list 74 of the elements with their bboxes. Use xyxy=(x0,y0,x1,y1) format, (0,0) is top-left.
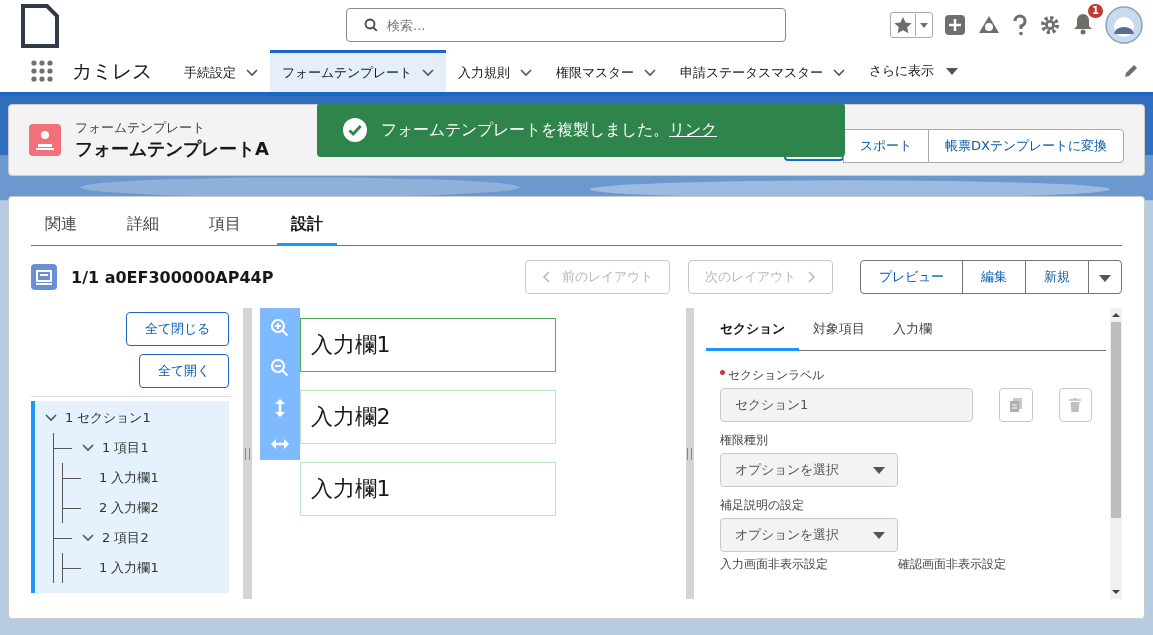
avatar-icon[interactable] xyxy=(1105,6,1143,44)
chevron-down-icon[interactable] xyxy=(45,414,57,422)
record-title: フォームテンプレートA xyxy=(75,137,269,161)
tree-item[interactable]: 1 入力欄1 xyxy=(99,469,159,487)
tree-item[interactable]: 1 項目1 xyxy=(102,439,149,457)
tab[interactable]: 入力欄 xyxy=(879,308,947,351)
nav-tab[interactable]: 入力規則 xyxy=(446,50,544,92)
copy-icon xyxy=(1009,397,1024,413)
tree-item[interactable]: 2 項目2 xyxy=(102,529,149,547)
field-label: 権限種別 xyxy=(720,432,770,449)
select-field[interactable]: オプションを選択 xyxy=(720,518,899,552)
trash-icon xyxy=(1069,398,1082,412)
field-label: 補足説明の設定 xyxy=(720,497,806,514)
chevron-down-icon[interactable] xyxy=(82,444,94,452)
tree-item[interactable]: 1 入力欄1 xyxy=(99,559,159,577)
tab[interactable]: 対象項目 xyxy=(799,308,880,351)
tab[interactable]: 詳細 xyxy=(113,214,173,246)
scrollbar[interactable] xyxy=(1110,308,1122,599)
splitter-handle[interactable] xyxy=(243,308,252,599)
tab[interactable]: 関連 xyxy=(31,214,91,246)
chevron-left-icon xyxy=(542,271,550,283)
chevron-down-icon[interactable] xyxy=(833,68,845,77)
nav-tab[interactable]: 申請ステータスマスター xyxy=(668,50,857,92)
layout-title: 1/1 a0EF300000AP44P xyxy=(71,267,274,287)
toast-message: フォームテンプレートを複製しました。 xyxy=(381,119,669,141)
app-name: カミレス xyxy=(72,57,152,85)
form-field-block[interactable]: 入力欄1 xyxy=(299,462,556,516)
nav-tab[interactable]: 権限マスター xyxy=(544,50,668,92)
document-icon xyxy=(20,4,60,48)
chevron-right-icon xyxy=(808,271,816,283)
dropdown-button[interactable] xyxy=(1088,260,1122,294)
select-field[interactable]: オプションを選択 xyxy=(720,453,899,487)
form-field-block[interactable]: 入力欄2 xyxy=(299,390,556,444)
form-field-block[interactable]: 入力欄1 xyxy=(299,318,556,372)
chevron-down-icon[interactable] xyxy=(246,68,258,77)
more-tab[interactable]: さらに表示 xyxy=(857,62,958,80)
form-template-icon xyxy=(29,124,61,156)
nav-tab[interactable]: 手続設定 xyxy=(172,50,270,92)
notification-badge: 1 xyxy=(1088,4,1103,18)
header-button[interactable]: スポート xyxy=(843,129,930,163)
chevron-down-icon[interactable] xyxy=(520,68,532,77)
notification-icon[interactable] xyxy=(1072,11,1094,35)
expand-all-button[interactable]: 全て開く xyxy=(139,354,229,388)
field-label: 確認画面非表示設定 xyxy=(898,556,1007,573)
object-label: フォームテンプレート xyxy=(75,119,206,137)
tree-item[interactable]: 1 セクション1 xyxy=(65,409,151,427)
chevron-down-icon[interactable] xyxy=(82,534,94,542)
app-launcher-icon[interactable] xyxy=(30,59,54,83)
toast-link[interactable]: リンク xyxy=(669,119,717,141)
action-button[interactable]: 編集 xyxy=(962,260,1026,294)
settings-icon[interactable] xyxy=(1039,14,1061,36)
action-button[interactable]: プレビュー xyxy=(860,260,963,294)
favorites-button[interactable] xyxy=(890,12,933,38)
add-icon[interactable] xyxy=(944,14,966,36)
tree-item[interactable]: 2 入力欄2 xyxy=(99,499,159,517)
edit-icon[interactable] xyxy=(1123,63,1139,79)
help-icon[interactable] xyxy=(1012,14,1028,36)
splitter-handle[interactable] xyxy=(685,308,695,599)
chevron-down-icon[interactable] xyxy=(422,68,434,77)
action-button[interactable]: 新規 xyxy=(1025,260,1089,294)
tab[interactable]: 項目 xyxy=(195,214,255,246)
tab[interactable]: セクション xyxy=(706,308,800,351)
search-field[interactable]: 検索... xyxy=(346,8,786,42)
collapse-all-button[interactable]: 全て閉じる xyxy=(126,312,229,346)
nav-tab[interactable]: フォームテンプレート xyxy=(270,50,446,92)
header-button[interactable]: 帳票DXテンプレートに変換 xyxy=(928,129,1124,163)
check-icon xyxy=(343,118,367,142)
search-icon xyxy=(364,18,378,32)
layout-icon xyxy=(31,264,57,290)
chevron-down-icon[interactable] xyxy=(644,68,656,77)
caret-icon xyxy=(920,22,928,28)
tab[interactable]: 設計 xyxy=(277,214,337,246)
field-label: 入力画面非表示設定 xyxy=(720,556,829,573)
field-label: セクションラベル xyxy=(720,367,1093,384)
